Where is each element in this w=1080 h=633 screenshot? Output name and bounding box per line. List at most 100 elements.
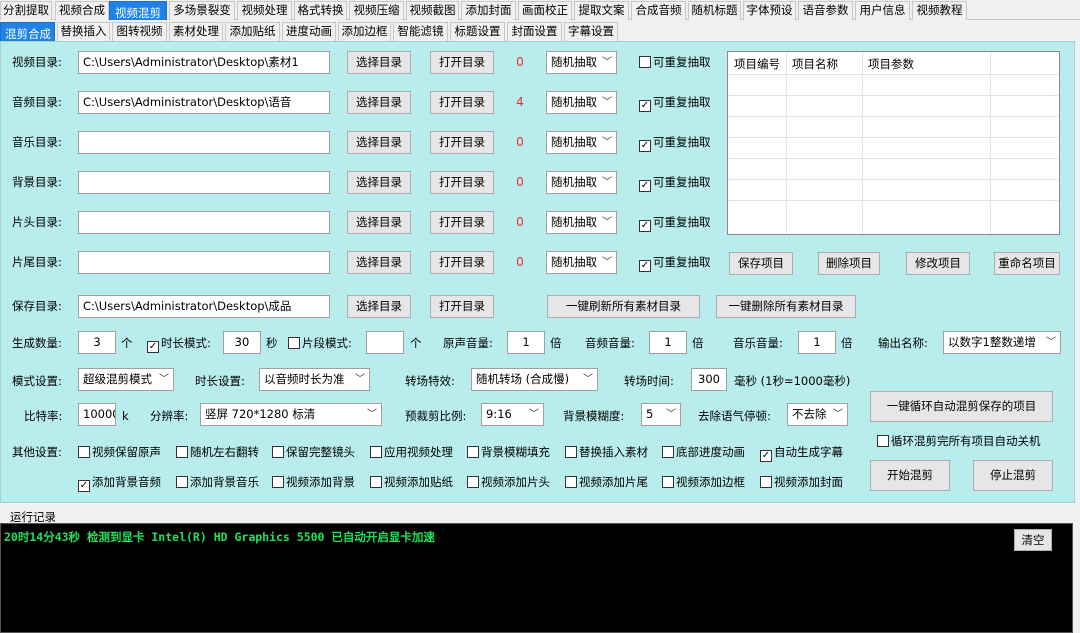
crop-ratio-select[interactable]: 9:16 ﹀ — [481, 403, 544, 426]
duration-mode-checkbox[interactable]: ✓ 时长模式: — [147, 336, 211, 353]
tab-voice-params[interactable]: 语音参数 — [798, 1, 853, 20]
extract-mode-select[interactable]: 随机抽取 ﹀ — [546, 91, 617, 114]
tab-compose-audio[interactable]: 合成音频 — [631, 1, 686, 20]
subtab-title-settings[interactable]: 标题设置 — [450, 22, 505, 41]
tab-video-tutorial[interactable]: 视频教程 — [912, 1, 967, 20]
subtab-replace-insert[interactable]: 替换插入 — [57, 22, 110, 41]
auto-shutdown-checkbox[interactable]: 循环混剪完所有项目自动关机 — [877, 434, 1041, 448]
grid-header-id[interactable]: 项目编号 — [734, 56, 780, 72]
subtab-image-to-video[interactable]: 图转视频 — [112, 22, 167, 41]
resolution-select[interactable]: 竖屏 720*1280 标清 ﹀ — [200, 403, 382, 426]
delete-project-button[interactable]: 删除项目 — [818, 252, 880, 275]
option-checkbox[interactable]: 视频保留原声 — [78, 445, 161, 459]
remove-pause-select[interactable]: 不去除 ﹀ — [787, 403, 848, 426]
tab-video-screenshot[interactable]: 视频截图 — [406, 1, 459, 20]
subtab-subtitle-settings[interactable]: 字幕设置 — [564, 22, 618, 41]
open-dir-button[interactable]: 打开目录 — [430, 51, 494, 74]
segment-input[interactable] — [366, 331, 404, 354]
dir-path-input[interactable] — [78, 131, 330, 154]
repeat-extract-checkbox[interactable]: 可重复抽取 — [639, 55, 711, 69]
output-name-select[interactable]: 以数字1整数递增 ﹀ — [943, 331, 1061, 354]
rename-project-button[interactable]: 重命名项目 — [994, 252, 1060, 275]
repeat-extract-checkbox[interactable]: ✓ 可重复抽取 — [639, 95, 711, 112]
open-dir-button[interactable]: 打开目录 — [430, 251, 494, 274]
subtab-cover-settings[interactable]: 封面设置 — [507, 22, 562, 41]
tab-multi-scene[interactable]: 多场景裂变 — [169, 1, 235, 20]
subtab-smart-filter[interactable]: 智能滤镜 — [393, 22, 448, 41]
choose-dir-button[interactable]: 选择目录 — [347, 51, 411, 74]
option-checkbox[interactable]: 应用视频处理 — [370, 445, 453, 459]
transition-time-input[interactable]: 300 — [691, 368, 727, 391]
clear-log-button[interactable]: 清空 — [1014, 529, 1052, 551]
start-mix-button[interactable]: 开始混剪 — [870, 460, 950, 491]
tab-split-extract[interactable]: 分割提取 — [0, 1, 52, 20]
tab-user-info[interactable]: 用户信息 — [855, 1, 910, 20]
delete-all-dirs-button[interactable]: 一键删除所有素材目录 — [716, 295, 856, 318]
extract-mode-select[interactable]: 随机抽取 ﹀ — [546, 171, 617, 194]
edit-project-button[interactable]: 修改项目 — [906, 252, 970, 275]
repeat-extract-checkbox[interactable]: ✓ 可重复抽取 — [639, 215, 711, 232]
tab-add-cover[interactable]: 添加封面 — [461, 1, 516, 20]
option-checkbox[interactable]: ✓ 添加背景音频 — [78, 475, 161, 492]
grid-header-params[interactable]: 项目参数 — [868, 56, 914, 72]
option-checkbox[interactable]: 保留完整镜头 — [272, 445, 355, 459]
extract-mode-select[interactable]: 随机抽取 ﹀ — [546, 211, 617, 234]
extract-mode-select[interactable]: 随机抽取 ﹀ — [546, 51, 617, 74]
option-checkbox[interactable]: 视频添加背景 — [272, 475, 355, 489]
dir-path-input[interactable] — [78, 171, 330, 194]
extract-mode-select[interactable]: 随机抽取 ﹀ — [546, 131, 617, 154]
orig-volume-input[interactable]: 1 — [507, 331, 545, 354]
option-checkbox[interactable]: 添加背景音乐 — [176, 475, 259, 489]
choose-dir-button[interactable]: 选择目录 — [347, 171, 411, 194]
subtab-progress-anim[interactable]: 进度动画 — [282, 22, 336, 41]
tab-frame-correct[interactable]: 画面校正 — [518, 1, 572, 20]
option-checkbox[interactable]: 底部进度动画 — [662, 445, 745, 459]
duration-setting-select[interactable]: 以音频时长为准 ﹀ — [259, 368, 370, 391]
subtab-mix-compose[interactable]: 混剪合成 — [0, 22, 55, 41]
save-dir-open-button[interactable]: 打开目录 — [430, 295, 494, 318]
grid-header-name[interactable]: 项目名称 — [792, 56, 838, 72]
open-dir-button[interactable]: 打开目录 — [430, 91, 494, 114]
gen-count-input[interactable]: 3 — [78, 331, 116, 354]
option-checkbox[interactable]: 视频添加片头 — [467, 475, 550, 489]
repeat-extract-checkbox[interactable]: ✓ 可重复抽取 — [639, 135, 711, 152]
segment-mode-checkbox[interactable]: 片段模式: — [288, 336, 352, 350]
audio-volume-input[interactable]: 1 — [649, 331, 687, 354]
tab-format-convert[interactable]: 格式转换 — [294, 1, 347, 20]
option-checkbox[interactable]: 背景模糊填充 — [467, 445, 550, 459]
dir-path-input[interactable]: C:\Users\Administrator\Desktop\语音 — [78, 91, 330, 114]
subtab-add-border[interactable]: 添加边框 — [338, 22, 391, 41]
open-dir-button[interactable]: 打开目录 — [430, 131, 494, 154]
refresh-all-dirs-button[interactable]: 一键刷新所有素材目录 — [547, 295, 700, 318]
tab-video-compose[interactable]: 视频合成 — [55, 1, 109, 20]
save-dir-input[interactable]: C:\Users\Administrator\Desktop\成品 — [78, 295, 330, 318]
subtab-add-sticker[interactable]: 添加贴纸 — [225, 22, 280, 41]
option-checkbox[interactable]: 视频添加边框 — [662, 475, 745, 489]
option-checkbox[interactable]: 视频添加封面 — [760, 475, 843, 489]
tab-extract-text[interactable]: 提取文案 — [574, 1, 629, 20]
stop-mix-button[interactable]: 停止混剪 — [973, 460, 1053, 491]
music-volume-input[interactable]: 1 — [798, 331, 836, 354]
tab-font-preset[interactable]: 字体预设 — [743, 1, 796, 20]
dir-path-input[interactable] — [78, 251, 330, 274]
option-checkbox[interactable]: 替换插入素材 — [565, 445, 648, 459]
choose-dir-button[interactable]: 选择目录 — [347, 131, 411, 154]
open-dir-button[interactable]: 打开目录 — [430, 171, 494, 194]
tab-video-process[interactable]: 视频处理 — [237, 1, 292, 20]
extract-mode-select[interactable]: 随机抽取 ﹀ — [546, 251, 617, 274]
save-dir-choose-button[interactable]: 选择目录 — [347, 295, 411, 318]
open-dir-button[interactable]: 打开目录 — [430, 211, 494, 234]
duration-input[interactable]: 30 — [223, 331, 261, 354]
option-checkbox[interactable]: 随机左右翻转 — [176, 445, 259, 459]
loop-auto-mix-button[interactable]: 一键循环自动混剪保存的项目 — [870, 391, 1053, 422]
choose-dir-button[interactable]: 选择目录 — [347, 91, 411, 114]
tab-video-mix[interactable]: 视频混剪 — [109, 1, 167, 20]
transition-select[interactable]: 随机转场 (合成慢) ﹀ — [471, 368, 598, 391]
project-grid[interactable]: 项目编号 项目名称 项目参数 — [727, 51, 1060, 235]
bg-blur-select[interactable]: 5 ﹀ — [641, 403, 681, 426]
option-checkbox[interactable]: 视频添加片尾 — [565, 475, 648, 489]
dir-path-input[interactable]: C:\Users\Administrator\Desktop\素材1 — [78, 51, 330, 74]
option-checkbox[interactable]: ✓ 自动生成字幕 — [760, 445, 843, 462]
option-checkbox[interactable]: 视频添加贴纸 — [370, 475, 453, 489]
subtab-material-process[interactable]: 素材处理 — [169, 22, 223, 41]
